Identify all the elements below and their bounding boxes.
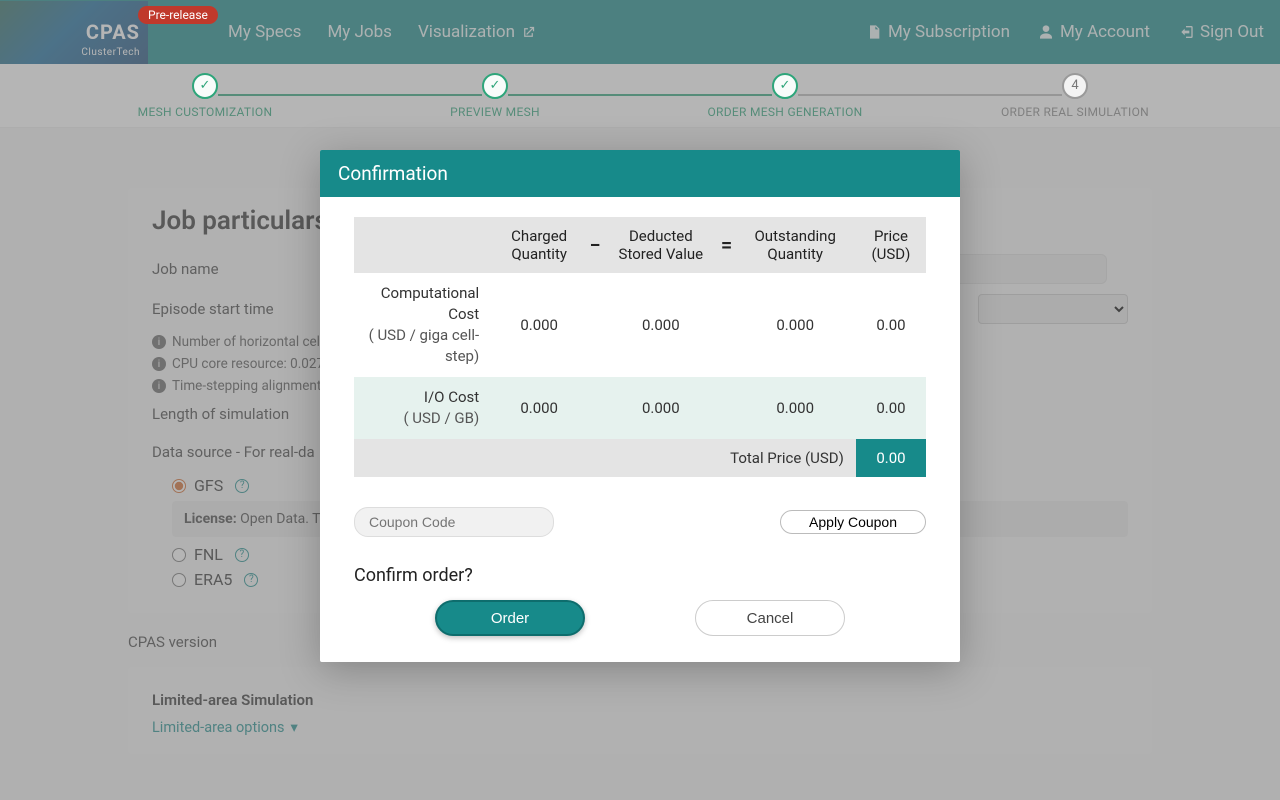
modal-overlay[interactable]: Confirmation Charged Quantity − Deducted…	[0, 0, 1280, 800]
check-icon: ✓	[772, 73, 798, 99]
row-io-unit: ( USD / GB)	[362, 408, 479, 429]
th-empty	[354, 217, 491, 273]
coupon-row: Apply Coupon	[354, 507, 926, 537]
row-comp-name: Computational Cost	[381, 284, 479, 323]
minus-icon: −	[587, 217, 603, 273]
row-total: Total Price (USD) 0.00	[354, 439, 926, 477]
row-comp-unit: ( USD / giga cell-step)	[362, 325, 479, 367]
confirmation-modal: Confirmation Charged Quantity − Deducted…	[320, 150, 960, 662]
comp-deducted: 0.000	[603, 273, 718, 377]
th-deducted: Deducted Stored Value	[603, 217, 718, 273]
th-outstanding: Outstanding Quantity	[735, 217, 856, 273]
modal-buttons: Order Cancel	[354, 600, 926, 636]
confirm-question: Confirm order?	[354, 565, 926, 586]
modal-body: Charged Quantity − Deducted Stored Value…	[320, 197, 960, 662]
comp-price: 0.00	[856, 273, 926, 377]
order-button[interactable]: Order	[435, 600, 585, 636]
row-computational-cost: Computational Cost ( USD / giga cell-ste…	[354, 273, 926, 377]
cancel-button[interactable]: Cancel	[695, 600, 845, 636]
check-icon: ✓	[192, 73, 218, 99]
step-number: 4	[1062, 73, 1088, 99]
io-deducted: 0.000	[603, 377, 718, 439]
modal-title: Confirmation	[320, 150, 960, 197]
io-charged: 0.000	[491, 377, 587, 439]
price-table: Charged Quantity − Deducted Stored Value…	[354, 217, 926, 477]
row-io-cost: I/O Cost ( USD / GB) 0.000 0.000 0.000 0…	[354, 377, 926, 439]
comp-outstanding: 0.000	[735, 273, 856, 377]
th-charged: Charged Quantity	[491, 217, 587, 273]
th-price: Price (USD)	[856, 217, 926, 273]
prerelease-badge: Pre-release	[138, 6, 218, 24]
row-io-name: I/O Cost	[424, 388, 479, 406]
total-value: 0.00	[856, 439, 926, 477]
io-outstanding: 0.000	[735, 377, 856, 439]
io-price: 0.00	[856, 377, 926, 439]
coupon-input[interactable]	[354, 507, 554, 537]
apply-coupon-button[interactable]: Apply Coupon	[780, 510, 926, 534]
equals-icon: =	[719, 217, 735, 273]
comp-charged: 0.000	[491, 273, 587, 377]
total-label: Total Price (USD)	[354, 439, 856, 477]
check-icon: ✓	[482, 73, 508, 99]
